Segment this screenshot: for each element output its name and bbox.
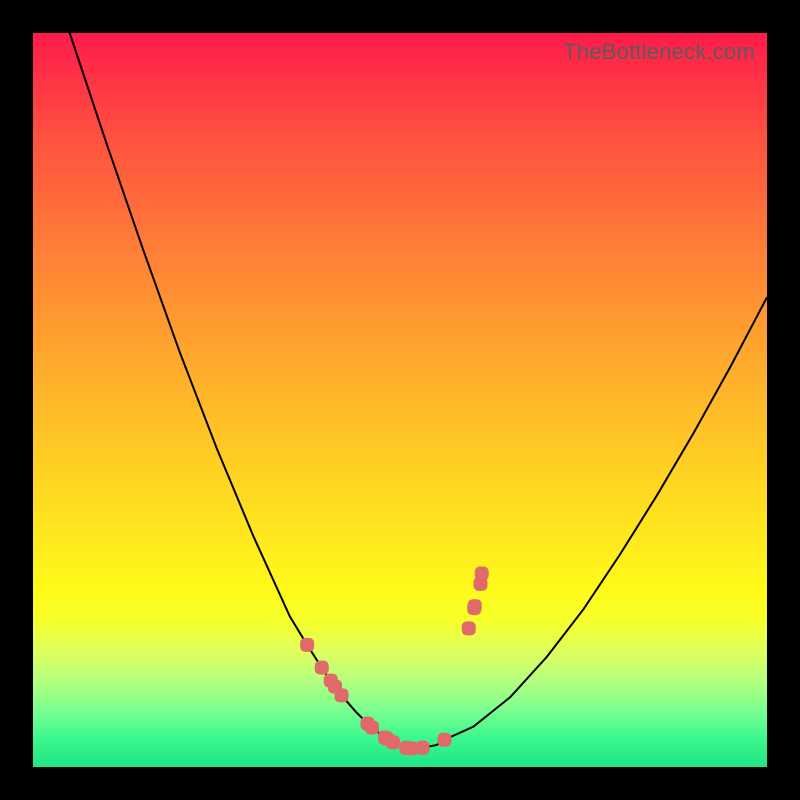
plot-area: TheBottleneck.com xyxy=(33,33,767,767)
data-marker xyxy=(335,688,349,702)
data-marker xyxy=(365,721,379,735)
marker-layer xyxy=(300,567,489,756)
data-marker xyxy=(300,638,314,652)
chart-svg xyxy=(33,33,767,767)
data-marker xyxy=(437,733,451,747)
data-marker xyxy=(475,567,489,581)
data-marker xyxy=(416,741,430,755)
data-marker xyxy=(468,599,482,613)
bottleneck-curve xyxy=(33,0,767,749)
data-marker xyxy=(315,661,329,675)
chart-frame: TheBottleneck.com xyxy=(0,0,800,800)
data-marker xyxy=(462,621,476,635)
data-marker xyxy=(386,735,400,749)
